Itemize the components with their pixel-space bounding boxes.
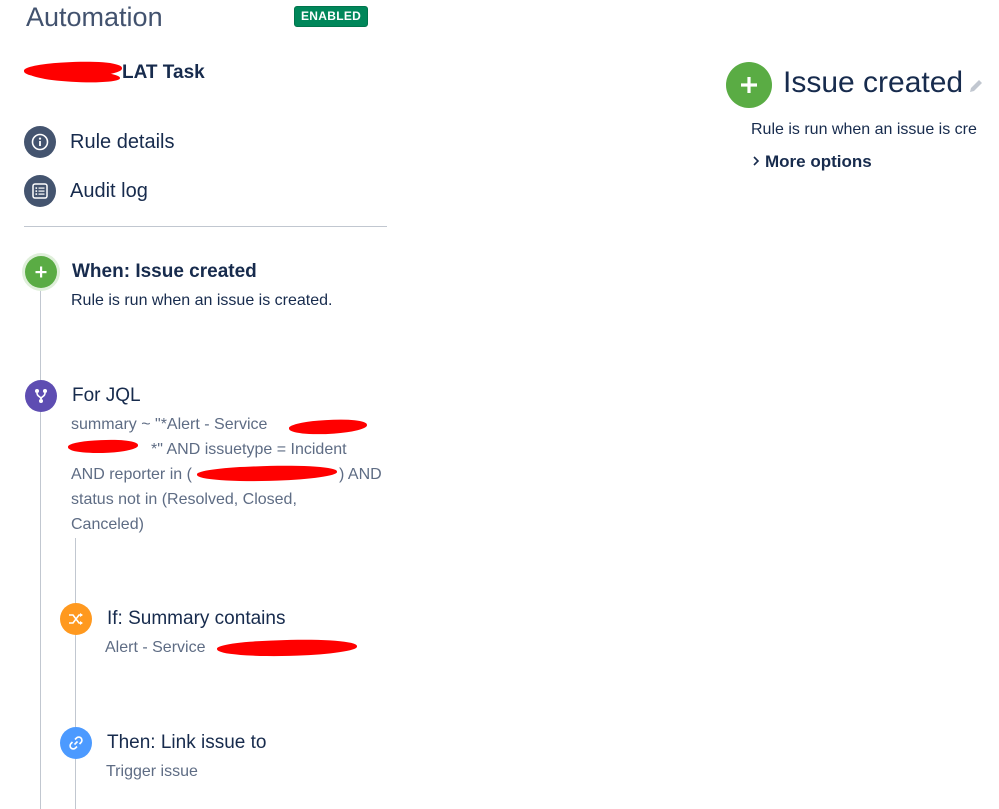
- more-options-label: More options: [765, 152, 872, 171]
- rule-name-suffix: LAT Task: [122, 62, 205, 83]
- panel-trigger-icon: [726, 62, 772, 108]
- link-icon: [69, 736, 83, 750]
- list-icon: [24, 175, 56, 207]
- plus-icon: [35, 266, 47, 278]
- action-step-icon[interactable]: [60, 727, 92, 759]
- nav-label: Audit log: [70, 179, 148, 202]
- page-title: Automation: [26, 2, 163, 32]
- trigger-step-icon[interactable]: [25, 256, 57, 288]
- condition-step-icon[interactable]: [60, 603, 92, 635]
- condition-value: Alert - Service: [105, 639, 206, 656]
- redaction-mark: [288, 417, 368, 437]
- chevron-right-icon: [753, 156, 760, 166]
- jql-line: *" AND issuetype = Incident: [151, 441, 347, 458]
- jql-line: ) AND: [339, 466, 382, 483]
- plus-icon: [741, 77, 757, 93]
- panel-description: Rule is run when an issue is cre: [751, 121, 977, 138]
- redaction-mark: [216, 637, 358, 659]
- info-icon: [24, 126, 56, 158]
- timeline-branch-line: [75, 538, 76, 809]
- action-value: Trigger issue: [106, 763, 198, 780]
- trigger-step-description: Rule is run when an issue is created.: [71, 292, 333, 309]
- jql-line: status not in (Resolved, Closed,: [71, 491, 297, 508]
- more-options-toggle[interactable]: More options: [751, 152, 872, 172]
- jql-line: summary ~ "*Alert - Service: [71, 416, 268, 433]
- shuffle-icon: [69, 613, 83, 625]
- nav-label: Rule details: [70, 130, 175, 153]
- branch-step-title[interactable]: For JQL: [72, 385, 141, 407]
- branch-icon: [35, 389, 47, 403]
- panel-title: Issue created: [783, 66, 964, 99]
- branch-step-icon[interactable]: [25, 380, 57, 412]
- redaction-mark: [67, 438, 139, 455]
- nav-audit-log[interactable]: Audit log: [24, 175, 148, 207]
- timeline-line: [40, 288, 41, 809]
- jql-line: AND reporter in (: [71, 466, 192, 483]
- action-step-title[interactable]: Then: Link issue to: [107, 732, 266, 754]
- trigger-step-title[interactable]: When: Issue created: [72, 261, 257, 283]
- condition-step-title[interactable]: If: Summary contains: [107, 608, 285, 630]
- edit-pencil-icon[interactable]: [966, 76, 986, 101]
- jql-line: Canceled): [71, 516, 144, 533]
- status-badge: ENABLED: [294, 6, 369, 27]
- redaction-mark: [196, 463, 338, 484]
- nav-rule-details[interactable]: Rule details: [24, 126, 175, 158]
- divider: [24, 226, 387, 227]
